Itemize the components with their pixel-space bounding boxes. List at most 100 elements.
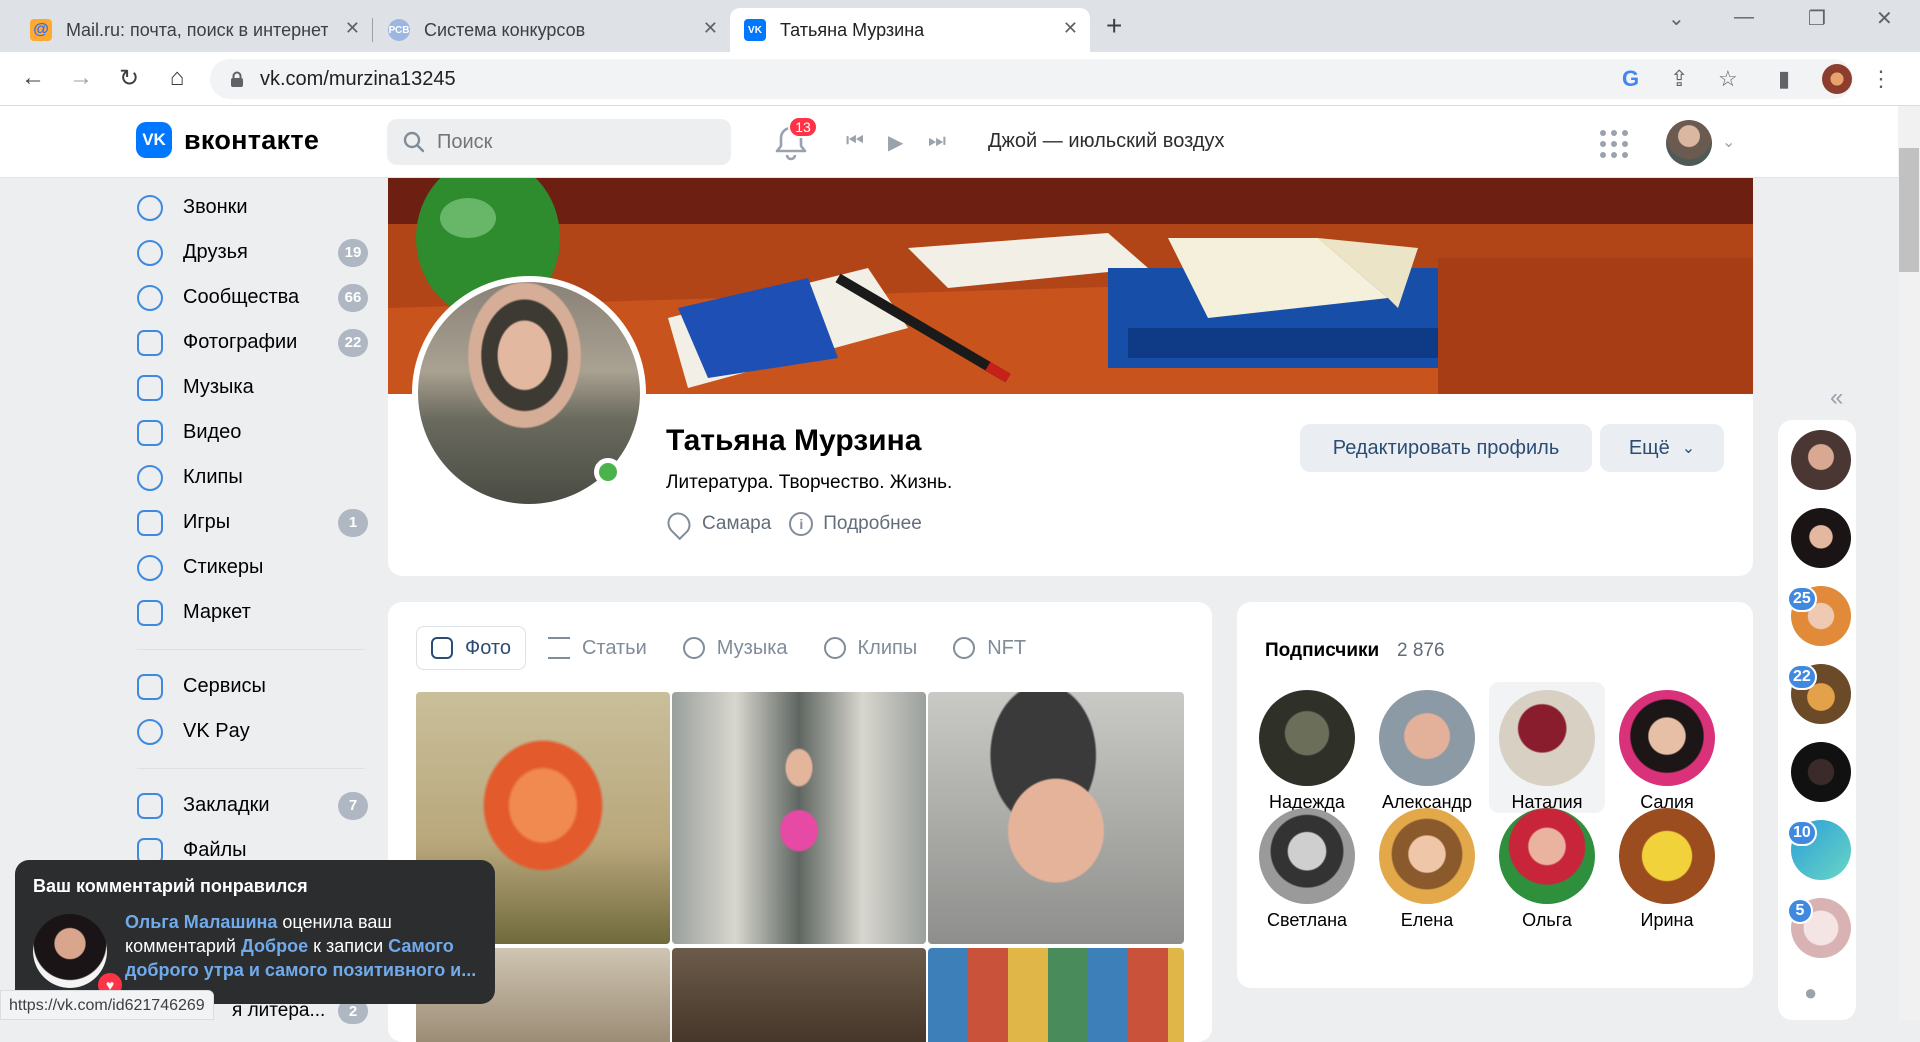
vk-logo[interactable]: VK вконтакте	[136, 122, 319, 158]
star-icon[interactable]: ☆	[1718, 66, 1738, 92]
next-track-icon[interactable]: ⏭	[928, 130, 946, 153]
toast-comment-link[interactable]: Доброе	[241, 936, 308, 956]
nav-item-bookmarks[interactable]: Закладки 7	[137, 783, 369, 828]
close-window-button[interactable]: ✕	[1876, 6, 1893, 31]
tab-articles[interactable]: Статьи	[534, 626, 661, 670]
subscriber-item[interactable]: Надежда	[1249, 682, 1365, 813]
new-tab-button[interactable]: +	[1106, 10, 1122, 42]
subscriber-item[interactable]: Елена	[1369, 800, 1485, 931]
tab-clips[interactable]: Клипы	[810, 626, 932, 670]
nav-label: Стикеры	[183, 556, 264, 578]
nav-label: Видео	[183, 421, 242, 443]
nav-item-video[interactable]: Видео	[137, 410, 369, 455]
profile-avatar-icon[interactable]	[1822, 64, 1852, 94]
profile-city[interactable]: Самара	[702, 513, 771, 535]
subscribers-title[interactable]: Подписчики	[1265, 640, 1379, 662]
subscribers-count: 2 876	[1397, 640, 1445, 661]
nav-item-vkpay[interactable]: VK Pay	[137, 709, 369, 754]
scrollbar-thumb[interactable]	[1899, 148, 1919, 272]
toast-author-link[interactable]: Ольга Малашина	[125, 912, 277, 932]
subscriber-item[interactable]: Наталия	[1489, 682, 1605, 813]
tab-konkursy[interactable]: РСВ Система конкурсов ✕	[374, 8, 730, 52]
like-notification-toast[interactable]: Ваш комментарий понравился ♥ Ольга Малаш…	[15, 860, 495, 1004]
nav-label: Друзья	[183, 241, 248, 263]
tab-mailru[interactable]: @ Mail.ru: почта, поиск в интернете ✕	[16, 8, 372, 52]
chat-avatar[interactable]	[1791, 430, 1851, 490]
tab-music[interactable]: Музыка	[669, 626, 802, 670]
nav-label: Маркет	[183, 601, 251, 623]
profile-more-info[interactable]: Подробнее	[823, 513, 922, 535]
subscriber-name: Ольга	[1522, 910, 1572, 930]
collapse-rail-icon[interactable]: «	[1830, 384, 1843, 412]
unread-badge: 22	[1787, 664, 1817, 690]
nav-item-photos[interactable]: Фотографии 22	[137, 320, 369, 365]
tab-photos[interactable]: Фото	[416, 626, 526, 670]
subscriber-item[interactable]: Светлана	[1249, 800, 1365, 931]
photo-thumbnail[interactable]	[672, 948, 926, 1042]
chat-avatar[interactable]	[1791, 508, 1851, 568]
close-icon[interactable]: ✕	[345, 18, 360, 39]
restore-button[interactable]: ❐	[1808, 6, 1826, 31]
browser-tabbar: @ Mail.ru: почта, поиск в интернете ✕ РС…	[0, 0, 1920, 52]
current-track[interactable]: Джой — июльский воздух	[988, 130, 1225, 153]
subscriber-item[interactable]: Александр	[1369, 682, 1485, 813]
tab-label: Фото	[465, 636, 511, 659]
photo-thumbnail[interactable]	[672, 692, 926, 944]
subscriber-item[interactable]: Ирина	[1609, 800, 1725, 931]
nav-item-stickers[interactable]: Стикеры	[137, 545, 369, 590]
more-button[interactable]: Ещё ⌄	[1600, 424, 1724, 472]
nav-item-communities[interactable]: Сообщества 66	[137, 275, 369, 320]
header-avatar[interactable]	[1666, 120, 1712, 166]
address-bar[interactable]: vk.com/murzina13245	[210, 59, 1853, 99]
chevron-down-icon[interactable]: ⌄	[1722, 132, 1735, 152]
avatar	[1379, 690, 1475, 786]
subscriber-item[interactable]: Ольга	[1489, 800, 1605, 931]
apps-grid-icon[interactable]	[1600, 130, 1628, 158]
photo-thumbnail[interactable]	[928, 692, 1184, 944]
sidepanel-icon[interactable]: ▮	[1778, 66, 1790, 92]
toast-text: Ольга Малашина оценила ваш комментарий Д…	[125, 910, 485, 982]
search-box[interactable]	[387, 119, 731, 165]
photo-thumbnail[interactable]	[928, 948, 1184, 1042]
forward-icon[interactable]: →	[66, 64, 96, 92]
articles-icon	[547, 637, 570, 659]
close-icon[interactable]: ✕	[1063, 18, 1078, 39]
nav-label: Звонки	[183, 196, 248, 218]
nav-item-games[interactable]: Игры 1	[137, 500, 369, 545]
tab-vk-profile[interactable]: VK Татьяна Мурзина ✕	[730, 8, 1090, 52]
tab-separator	[372, 18, 373, 42]
more-button-label: Ещё	[1628, 436, 1670, 459]
phone-icon	[137, 194, 163, 221]
prev-track-icon[interactable]: ⏮	[846, 130, 864, 153]
nav-item-music[interactable]: Музыка	[137, 365, 369, 410]
nav-item-market[interactable]: Маркет	[137, 590, 369, 635]
tab-nft[interactable]: NFT	[939, 626, 1040, 670]
edit-profile-button[interactable]: Редактировать профиль	[1300, 424, 1592, 472]
subscriber-item[interactable]: Салия	[1609, 682, 1725, 813]
mailru-icon: @	[30, 19, 52, 41]
back-icon[interactable]: ←	[18, 64, 48, 92]
nav-item-clips[interactable]: Клипы	[137, 455, 369, 500]
close-icon[interactable]: ✕	[703, 18, 718, 39]
media-tabs: Фото Статьи Музыка Клипы NFT	[416, 626, 1048, 670]
tab-search-icon[interactable]: ⌄	[1668, 6, 1685, 31]
chat-rail: 25 22 10 5 ●	[1778, 420, 1856, 1020]
chat-bubble-icon[interactable]: ●	[1804, 980, 1817, 1006]
reload-icon[interactable]: ↻	[114, 64, 144, 93]
nav-label: VK Pay	[183, 720, 250, 742]
menu-dots-icon[interactable]: ⋮	[1870, 66, 1892, 92]
google-icon[interactable]: G	[1622, 66, 1639, 92]
nav-item-friends[interactable]: Друзья 19	[137, 230, 369, 275]
nav-item-services[interactable]: Сервисы	[137, 664, 369, 709]
search-input[interactable]	[437, 130, 717, 154]
home-icon[interactable]: ⌂	[162, 64, 192, 92]
share-icon[interactable]: ⇪	[1670, 66, 1688, 92]
avatar	[1499, 808, 1595, 904]
nav-count: 22	[338, 328, 368, 357]
play-icon[interactable]: ▶	[888, 130, 903, 155]
minimize-button[interactable]: —	[1734, 6, 1754, 29]
nav-item-calls[interactable]: Звонки	[137, 185, 369, 230]
chat-avatar[interactable]	[1791, 742, 1851, 802]
games-icon	[137, 509, 163, 536]
bookmarks-icon	[137, 792, 163, 819]
